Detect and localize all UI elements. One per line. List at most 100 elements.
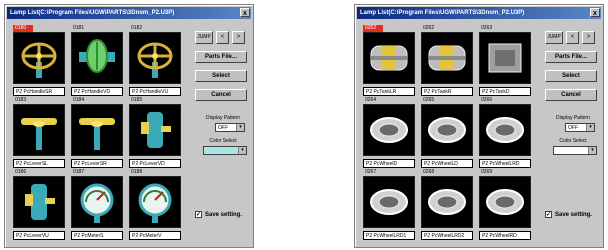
close-button[interactable]: x xyxy=(590,8,600,17)
handle-icon[interactable] xyxy=(13,32,65,84)
part-id: 0267 xyxy=(365,169,377,175)
part-cell[interactable]: 0269 P2 PcWheelRD xyxy=(479,169,533,240)
save-setting-checkbox[interactable]: ✓ xyxy=(545,211,552,218)
part-name: P2 PcHandleVU xyxy=(129,87,181,96)
chevron-down-icon: ▾ xyxy=(588,147,596,154)
part-id: 0265 xyxy=(423,97,435,103)
save-setting-row[interactable]: ✓ Save setting. xyxy=(195,211,242,218)
next-page-button[interactable]: > xyxy=(232,31,245,44)
window-title: Lamp List(C:\Program Files\UGW\PARTS\3Dn… xyxy=(10,10,175,16)
meter-icon[interactable] xyxy=(71,176,123,228)
part-name: P2 PcWheelRD xyxy=(479,231,531,240)
display-pattern-label: Display Pattern xyxy=(206,115,240,121)
part-cell[interactable]: 0267 P2 PcWheelLRD1 xyxy=(363,169,417,240)
part-name: P2 PcWheelD xyxy=(363,159,415,168)
save-setting-checkbox[interactable]: ✓ xyxy=(195,211,202,218)
part-id: 0264 xyxy=(365,97,377,103)
handle-icon[interactable] xyxy=(129,32,181,84)
part-name: P2 PcWheelLRD xyxy=(479,159,531,168)
part-id: 0268 xyxy=(423,169,435,175)
tank-yellow-icon[interactable] xyxy=(363,32,415,84)
part-id: 0187 xyxy=(73,169,85,175)
part-name: P2 PcHandleSR xyxy=(13,87,65,96)
parts-file-button[interactable]: Parts File... xyxy=(545,51,597,63)
save-setting-label: Save setting. xyxy=(555,211,593,218)
next-page-button[interactable]: > xyxy=(582,31,595,44)
title-bar: Lamp List(C:\Program Files\UGW\PARTS\3Dn… xyxy=(357,7,601,19)
title-bar: Lamp List(C:\Program Files\UGW\PARTS\3Dn… xyxy=(7,7,251,19)
part-cell[interactable]: 0188 P2 PcMeterV xyxy=(129,169,183,240)
part-cell[interactable]: 0184 P2 PcLeverSR xyxy=(71,97,125,168)
tank-yellow-icon[interactable] xyxy=(421,32,473,84)
part-cell[interactable]: 0268 P2 PcWheelLRD2 xyxy=(421,169,475,240)
jump-button[interactable]: JUMP xyxy=(195,31,213,44)
part-cell[interactable]: 0263 P2 PcTankD xyxy=(479,25,533,96)
part-id: 0181 xyxy=(73,25,85,31)
close-button[interactable]: x xyxy=(240,8,250,17)
part-cell[interactable]: 0264 P2 PcWheelD xyxy=(363,97,417,168)
part-cell[interactable]: 0185 P2 PcLeverVD xyxy=(129,97,183,168)
wheel-icon[interactable] xyxy=(363,104,415,156)
part-name: P2 PcLeverVD xyxy=(129,159,181,168)
part-cell[interactable]: 0186 P2 PcLeverVU xyxy=(13,169,67,240)
part-name: P2 PcLeverSL xyxy=(13,159,65,168)
part-id: 0262 xyxy=(423,25,435,31)
prev-page-button[interactable]: < xyxy=(566,31,579,44)
display-pattern-select[interactable]: OFF ▾ xyxy=(565,123,595,132)
part-name: P2 PcLeverSR xyxy=(71,159,123,168)
part-cell[interactable]: 0262 P2 PcTankR xyxy=(421,25,475,96)
color-select[interactable]: ▾ xyxy=(553,146,597,155)
part-name: P2 PcWheelLRD1 xyxy=(363,231,415,240)
cancel-button[interactable]: Cancel xyxy=(545,89,597,101)
lever-icon[interactable] xyxy=(71,104,123,156)
part-name: P2 PcTankLR xyxy=(363,87,415,96)
part-id: 0186 xyxy=(15,169,27,175)
lever-v-icon[interactable] xyxy=(13,176,65,228)
display-pattern-value: OFF xyxy=(218,125,228,131)
chevron-down-icon: ▾ xyxy=(586,124,594,131)
cancel-button[interactable]: Cancel xyxy=(195,89,247,101)
part-cell[interactable]: 0182 P2 PcHandleVU xyxy=(129,25,183,96)
jump-row: JUMP < > xyxy=(195,31,251,44)
part-id: 0183 xyxy=(15,97,27,103)
prev-page-button[interactable]: < xyxy=(216,31,229,44)
lever-icon[interactable] xyxy=(13,104,65,156)
part-id: 0266 xyxy=(481,97,493,103)
part-id: 0269 xyxy=(481,169,493,175)
part-id: 0263 xyxy=(481,25,493,31)
display-pattern-value: OFF xyxy=(568,125,578,131)
valve-green-icon[interactable] xyxy=(71,32,123,84)
part-cell[interactable]: 0180 P2 PcHandleSR xyxy=(13,25,67,96)
part-id: 0188 xyxy=(131,169,143,175)
lever-v-icon[interactable] xyxy=(129,104,181,156)
color-select[interactable]: ▾ xyxy=(203,146,247,155)
part-cell[interactable]: 0265 P2 PcWheelLD xyxy=(421,97,475,168)
parts-file-button[interactable]: Parts File... xyxy=(195,51,247,63)
chevron-down-icon: ▾ xyxy=(236,124,244,131)
part-name: P2 PcMeterS xyxy=(71,231,123,240)
wheel-icon[interactable] xyxy=(479,176,531,228)
display-pattern-label: Display Pattern xyxy=(556,115,590,121)
part-cell[interactable]: 0187 P2 PcMeterS xyxy=(71,169,125,240)
display-pattern-select[interactable]: OFF ▾ xyxy=(215,123,245,132)
part-id: 0262 xyxy=(363,25,383,32)
part-cell[interactable]: 0266 P2 PcWheelLRD xyxy=(479,97,533,168)
meter-icon[interactable] xyxy=(129,176,181,228)
part-cell[interactable]: 0181 P2 PcHandleVD xyxy=(71,25,125,96)
select-button[interactable]: Select xyxy=(195,70,247,82)
wheel-icon[interactable] xyxy=(421,104,473,156)
jump-button[interactable]: JUMP xyxy=(545,31,563,44)
part-name: P2 PcWheelLD xyxy=(421,159,473,168)
chevron-down-icon: ▾ xyxy=(238,147,246,154)
part-cell[interactable]: 0262 P2 PcTankLR xyxy=(363,25,417,96)
part-cell[interactable]: 0183 P2 PcLeverSL xyxy=(13,97,67,168)
wheel-icon[interactable] xyxy=(479,104,531,156)
part-name: P2 PcMeterV xyxy=(129,231,181,240)
side-panel: JUMP < > Parts File... Select Cancel Dis… xyxy=(545,31,601,155)
save-setting-row[interactable]: ✓ Save setting. xyxy=(545,211,592,218)
wheel-icon[interactable] xyxy=(421,176,473,228)
tank-gray-icon[interactable] xyxy=(479,32,531,84)
part-name: P2 PcTankD xyxy=(479,87,531,96)
select-button[interactable]: Select xyxy=(545,70,597,82)
wheel-icon[interactable] xyxy=(363,176,415,228)
